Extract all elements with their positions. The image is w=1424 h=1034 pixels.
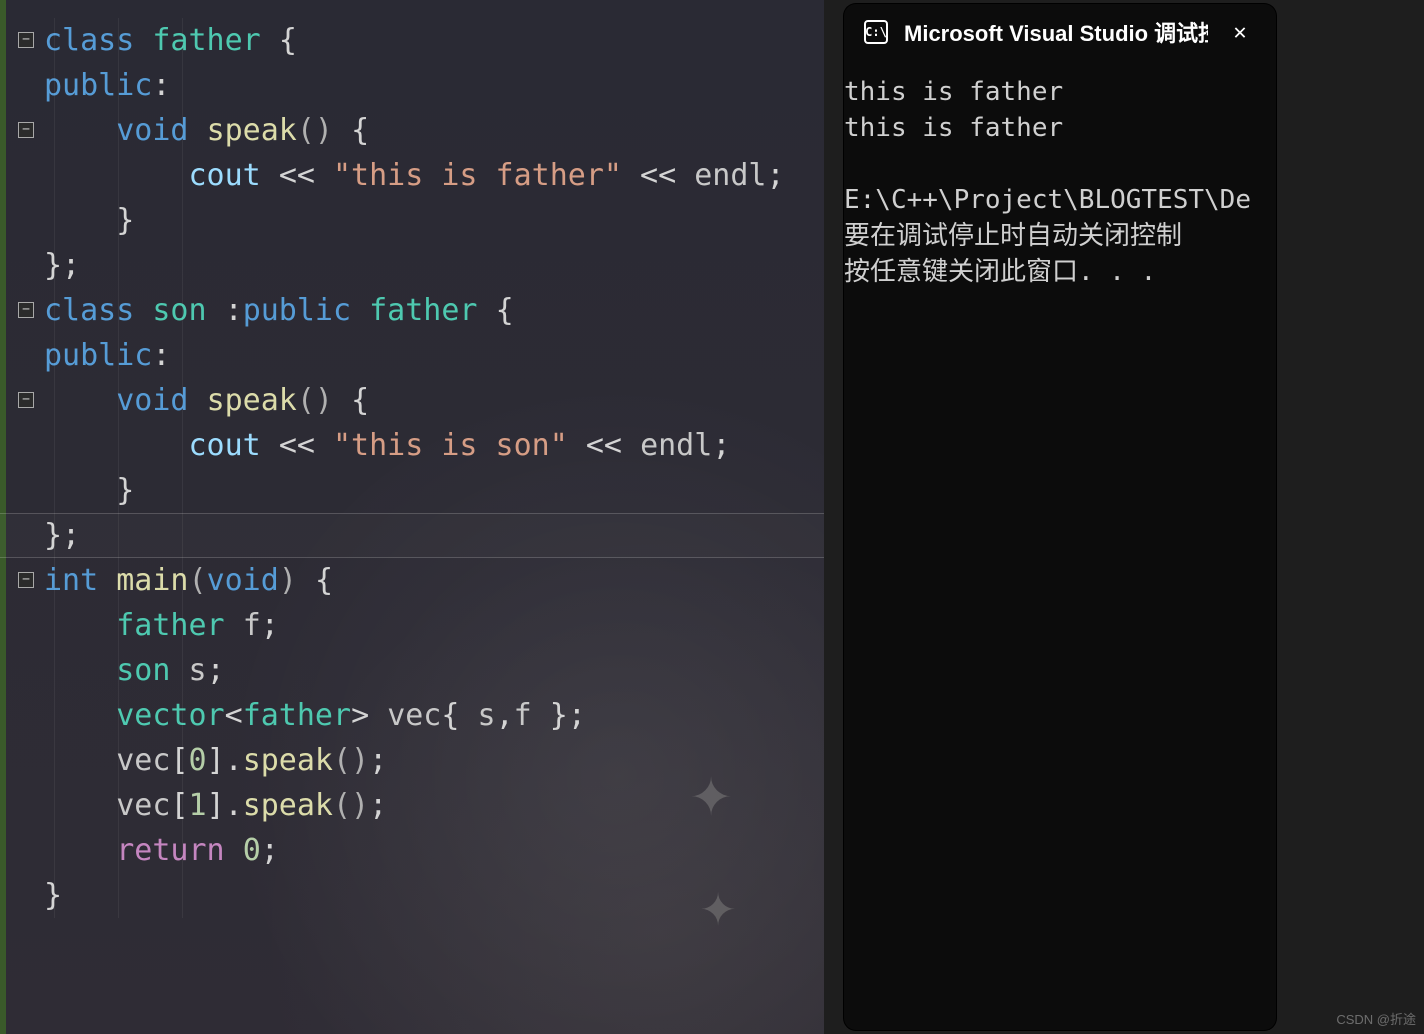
close-button[interactable]: ✕	[1224, 20, 1256, 45]
indent-guide	[118, 18, 119, 918]
console-title: Microsoft Visual Studio 调试控	[904, 16, 1208, 48]
indent-guide	[182, 18, 183, 918]
indent-guide	[54, 18, 55, 918]
close-icon: ✕	[1233, 20, 1246, 45]
code-text[interactable]: class father { public: void speak() { co…	[0, 0, 824, 1034]
console-titlebar[interactable]: C:\ Microsoft Visual Studio 调试控 ✕	[844, 4, 1276, 60]
console-icon-text: C:\	[865, 25, 887, 39]
debug-console-window: C:\ Microsoft Visual Studio 调试控 ✕ this i…	[844, 4, 1276, 1030]
console-icon: C:\	[864, 20, 888, 44]
watermark: CSDN @折途	[1336, 1009, 1416, 1028]
code-editor[interactable]: ✦ ✦ −−−−− class father { public: void sp…	[0, 0, 824, 1034]
console-output[interactable]: this is father this is father E:\C++\Pro…	[844, 60, 1276, 290]
